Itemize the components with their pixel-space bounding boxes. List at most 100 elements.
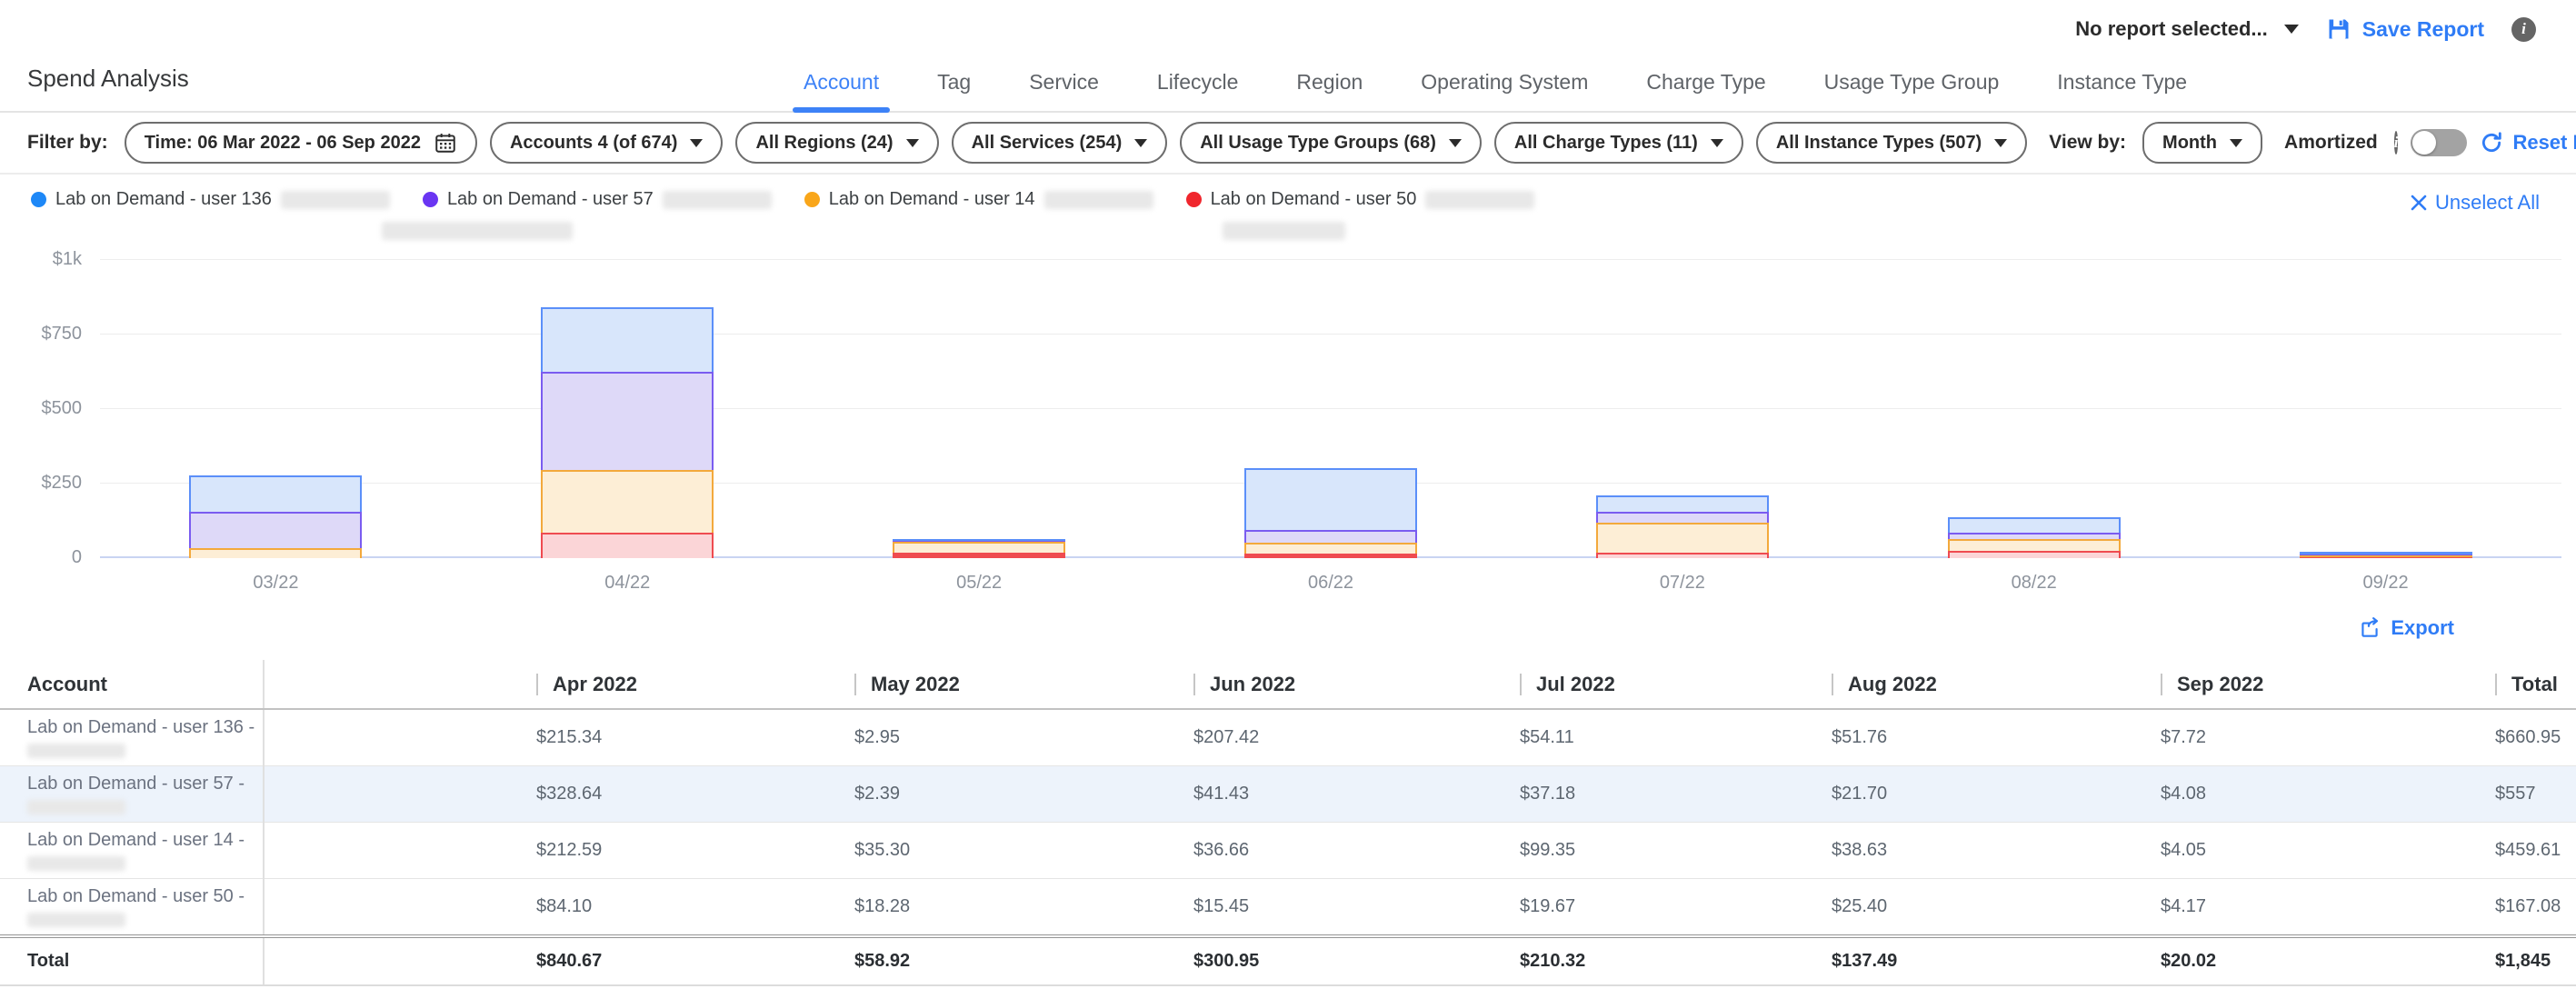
column-header-jul-2022: Jul 2022: [1483, 660, 1795, 709]
tab-service[interactable]: Service: [1025, 70, 1103, 113]
value-cell: $38.63: [1795, 823, 2124, 879]
column-header-sep-2022: Sep 2022: [2124, 660, 2459, 709]
value-cell: $4.05: [2124, 823, 2459, 879]
view-by-value: Month: [2162, 133, 2217, 154]
value-cell: $7.72: [2124, 709, 2459, 766]
tab-instance-type[interactable]: Instance Type: [2053, 70, 2191, 113]
legend-dot: [1186, 192, 1202, 207]
toggle-knob: [2412, 131, 2436, 155]
legend-label: Lab on Demand - user 136: [55, 189, 272, 210]
tab-lifecycle[interactable]: Lifecycle: [1153, 70, 1242, 113]
caret-down-icon: [1711, 139, 1723, 147]
legend-item-lab-on-demand-user-50[interactable]: Lab on Demand - user 50: [1186, 189, 1535, 210]
tab-charge-type[interactable]: Charge Type: [1642, 70, 1769, 113]
value-cell: $2.95: [818, 709, 1157, 766]
amortized-label: Amortized: [2284, 132, 2378, 154]
redacted-text: [281, 191, 390, 209]
value-cell: $660.95: [2459, 709, 2576, 766]
y-axis-tick-label: $750: [18, 324, 82, 345]
filter-pill-all-services-254[interactable]: All Services (254): [952, 122, 1168, 164]
legend-item-lab-on-demand-user-57[interactable]: Lab on Demand - user 57: [423, 189, 772, 210]
filter-pill-all-instance-types-507[interactable]: All Instance Types (507): [1756, 122, 2027, 164]
account-cell: Lab on Demand - user 50 -: [0, 879, 264, 937]
filter-by-label: Filter by:: [27, 132, 108, 154]
save-report-button[interactable]: Save Report: [2326, 16, 2484, 42]
legend-item-lab-on-demand-user-136[interactable]: Lab on Demand - user 136: [31, 189, 390, 210]
y-axis-tick-label: $250: [18, 473, 82, 494]
filter-pill-accounts-4-of-674[interactable]: Accounts 4 (of 674): [490, 122, 723, 164]
value-cell: $25.40: [1795, 879, 2124, 937]
stacked-bar-08-22[interactable]: [1948, 517, 2121, 558]
tab-usage-type-group[interactable]: Usage Type Group: [1821, 70, 2003, 113]
info-icon[interactable]: i: [2511, 17, 2536, 42]
tab-account[interactable]: Account: [800, 70, 883, 113]
value-cell: [264, 879, 500, 937]
stacked-bar-03-22[interactable]: [189, 475, 362, 558]
stacked-bar-07-22[interactable]: [1596, 495, 1769, 558]
account-name: Lab on Demand - user 14 -: [27, 830, 254, 851]
tab-region[interactable]: Region: [1293, 70, 1366, 113]
filter-pills: Time: 06 Mar 2022 - 06 Sep 2022 Accounts …: [125, 122, 2028, 164]
bar-segment-lab-on-demand-user-136: [1948, 517, 2121, 533]
value-cell: $54.11: [1483, 709, 1795, 766]
y-axis-tick-label: $1k: [18, 249, 82, 270]
total-value-cell: $300.95: [1157, 936, 1483, 985]
tab-bar: Account Tag Service Lifecycle Region Operatin…: [800, 70, 2191, 113]
value-cell: $84.10: [500, 879, 818, 937]
total-value-cell: $58.92: [818, 936, 1157, 985]
stacked-bar-04-22[interactable]: [541, 307, 714, 558]
export-button[interactable]: Export: [2358, 616, 2454, 640]
filter-pill-label: Accounts 4 (of 674): [510, 133, 677, 154]
total-value-cell: $840.67: [500, 936, 818, 985]
filter-pill-label: Time: 06 Mar 2022 - 06 Sep 2022: [145, 133, 421, 154]
redacted-text: [1425, 191, 1534, 209]
x-axis-tick-label: 08/22: [1858, 573, 2210, 594]
x-axis-tick-label: 04/22: [452, 573, 804, 594]
tab-tag[interactable]: Tag: [934, 70, 974, 113]
table-row-lab-on-demand-user-57: Lab on Demand - user 57 -$328.64$2.39$41…: [0, 766, 2576, 823]
amortized-info-icon[interactable]: i: [2394, 131, 2399, 155]
bar-segment-lab-on-demand-user-14: [893, 542, 1065, 553]
value-cell: [264, 766, 500, 823]
value-cell: $37.18: [1483, 766, 1795, 823]
chevron-down-icon: [2284, 25, 2299, 34]
stacked-bar-09-22[interactable]: [2300, 552, 2472, 558]
bar-segment-lab-on-demand-user-50: [1244, 554, 1417, 558]
value-cell: $207.42: [1157, 709, 1483, 766]
bar-segment-lab-on-demand-user-14: [189, 548, 362, 558]
filter-pill-time[interactable]: Time: 06 Mar 2022 - 06 Sep 2022: [125, 122, 477, 164]
spend-table: AccountApr 2022May 2022Jun 2022Jul 2022A…: [0, 660, 2576, 986]
legend-dot: [31, 192, 46, 207]
calendar-icon: [434, 131, 457, 155]
filter-pill-all-charge-types-11[interactable]: All Charge Types (11): [1494, 122, 1743, 164]
x-axis-tick-label: 05/22: [804, 573, 1155, 594]
value-cell: $215.34: [500, 709, 818, 766]
reset-filters-button[interactable]: Reset Filters: [2480, 131, 2576, 155]
tab-operating-system[interactable]: Operating System: [1417, 70, 1592, 113]
column-header-account: Account: [0, 660, 264, 709]
bar-segment-lab-on-demand-user-14: [1596, 523, 1769, 553]
stacked-bar-06-22[interactable]: [1244, 468, 1417, 558]
report-selector-dropdown[interactable]: No report selected...: [2075, 17, 2299, 41]
bar-segment-lab-on-demand-user-136: [189, 475, 362, 512]
stacked-bar-05-22[interactable]: [893, 539, 1065, 558]
refresh-icon: [2480, 131, 2503, 155]
account-cell: Lab on Demand - user 136 -: [0, 709, 264, 766]
unselect-all-button[interactable]: Unselect All: [2410, 191, 2540, 215]
amortized-toggle[interactable]: [2411, 129, 2467, 156]
total-value-cell: $1,845: [2459, 936, 2576, 985]
bar-segment-lab-on-demand-user-57: [1948, 533, 2121, 539]
view-by-dropdown[interactable]: Month: [2142, 122, 2262, 164]
value-cell: $99.35: [1483, 823, 1795, 879]
account-name: Lab on Demand - user 136 -: [27, 717, 254, 738]
total-value-cell: $137.49: [1795, 936, 2124, 985]
view-by-label: View by:: [2049, 132, 2126, 154]
value-cell: $2.39: [818, 766, 1157, 823]
bar-segment-lab-on-demand-user-14: [1948, 539, 2121, 551]
filter-pill-label: All Charge Types (11): [1514, 133, 1698, 154]
filter-pill-all-regions-24[interactable]: All Regions (24): [735, 122, 938, 164]
legend-item-lab-on-demand-user-14[interactable]: Lab on Demand - user 14: [804, 189, 1153, 210]
filter-pill-all-usage-type-groups-68[interactable]: All Usage Type Groups (68): [1180, 122, 1482, 164]
bar-segment-lab-on-demand-user-136: [1244, 468, 1417, 530]
redacted-text: [27, 913, 125, 927]
